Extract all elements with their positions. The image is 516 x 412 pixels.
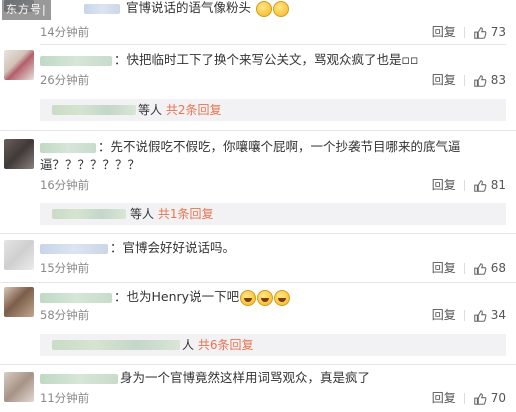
like-count: 34 [490, 308, 506, 322]
comment-text: 快把临时工下了换个来写公关文，骂观众疯了也是 [126, 52, 402, 67]
comment-text-continued: 逼？？？？？？？ [40, 157, 141, 172]
username[interactable] [40, 55, 112, 66]
laugh-emoji-icon [274, 289, 291, 306]
avatar[interactable] [4, 50, 34, 80]
timestamp: 16分钟前 [40, 178, 90, 192]
watermark: 东方号| [2, 0, 51, 20]
replier-suffix: 等人 [138, 103, 163, 117]
divider [463, 310, 465, 321]
username[interactable] [40, 243, 108, 254]
thumbs-up-icon[interactable] [473, 179, 487, 193]
thumbs-up-icon[interactable] [473, 262, 487, 276]
reply-button[interactable]: 回复 [432, 73, 456, 87]
replier-names [52, 209, 126, 219]
avatar[interactable] [4, 139, 34, 169]
timestamp: 14分钟前 [40, 25, 90, 39]
comment-text: 也为Henry说一下吧 [126, 289, 240, 304]
replier-suffix: 等人 [130, 207, 155, 221]
timestamp: 11分钟前 [40, 391, 90, 405]
smile-emoji-icon [272, 0, 289, 17]
smile-emoji-icon [255, 0, 272, 17]
divider [0, 130, 516, 131]
divider [463, 75, 465, 86]
view-replies-link[interactable]: 共6条回复 [198, 338, 254, 352]
timestamp: 15分钟前 [40, 261, 90, 275]
reply-button[interactable]: 回复 [432, 308, 456, 322]
divider [40, 44, 506, 45]
timestamp: 26分钟前 [40, 73, 90, 87]
thumbs-up-icon[interactable] [473, 74, 487, 88]
reply-button[interactable]: 回复 [432, 178, 456, 192]
view-replies-link[interactable]: 共2条回复 [166, 103, 222, 117]
comment-text: 身为一个官博竟然这样用词骂观众，真是疯了 [120, 370, 371, 385]
divider [0, 233, 516, 234]
comment-text: 官博说话的语气像粉头 [125, 0, 251, 15]
divider [463, 27, 465, 38]
reply-button[interactable]: 回复 [432, 261, 456, 275]
like-count: 73 [490, 25, 506, 39]
like-count: 81 [490, 178, 506, 192]
laugh-emoji-icon [257, 289, 274, 306]
timestamp: 58分钟前 [40, 308, 90, 322]
replier-suffix: 人 [182, 338, 195, 352]
replier-names [52, 340, 180, 350]
reply-summary-box[interactable]: 等人 共1条回复 [40, 203, 506, 225]
thumbs-up-icon[interactable] [473, 26, 487, 40]
comment-list: 东方号| 官博说话的语气像粉头 14分钟前 回复 73 ：快把临时工下了换个来写公… [0, 0, 516, 412]
reply-button[interactable]: 回复 [432, 391, 456, 405]
reply-button[interactable]: 回复 [432, 25, 456, 39]
divider [0, 364, 516, 365]
thumbs-up-icon[interactable] [473, 392, 487, 406]
divider [0, 282, 516, 283]
like-count: 83 [490, 73, 506, 87]
username[interactable] [84, 3, 120, 14]
username[interactable] [40, 292, 112, 303]
avatar[interactable] [4, 240, 34, 270]
view-replies-link[interactable]: 共1条回复 [158, 207, 214, 221]
reply-summary-box[interactable]: 等人 共2条回复 [40, 99, 506, 121]
thumbs-up-icon[interactable] [473, 309, 487, 323]
avatar[interactable] [4, 372, 34, 402]
avatar[interactable] [4, 287, 34, 317]
divider [463, 393, 465, 404]
replier-names [52, 105, 136, 115]
reply-summary-box[interactable]: 人 共6条回复 [40, 334, 506, 356]
like-count: 70 [490, 391, 506, 405]
laugh-emoji-icon [240, 289, 257, 306]
username[interactable] [40, 373, 118, 384]
divider [463, 263, 465, 274]
username[interactable] [40, 142, 96, 153]
divider [463, 180, 465, 191]
comment-text: 官博会好好说话吗。 [122, 240, 236, 255]
comment-text: 先不说假吃不假吃，你嚷嚷个屁啊，一个抄袭节目哪来的底气逼 [110, 139, 461, 154]
like-count: 68 [490, 261, 506, 275]
